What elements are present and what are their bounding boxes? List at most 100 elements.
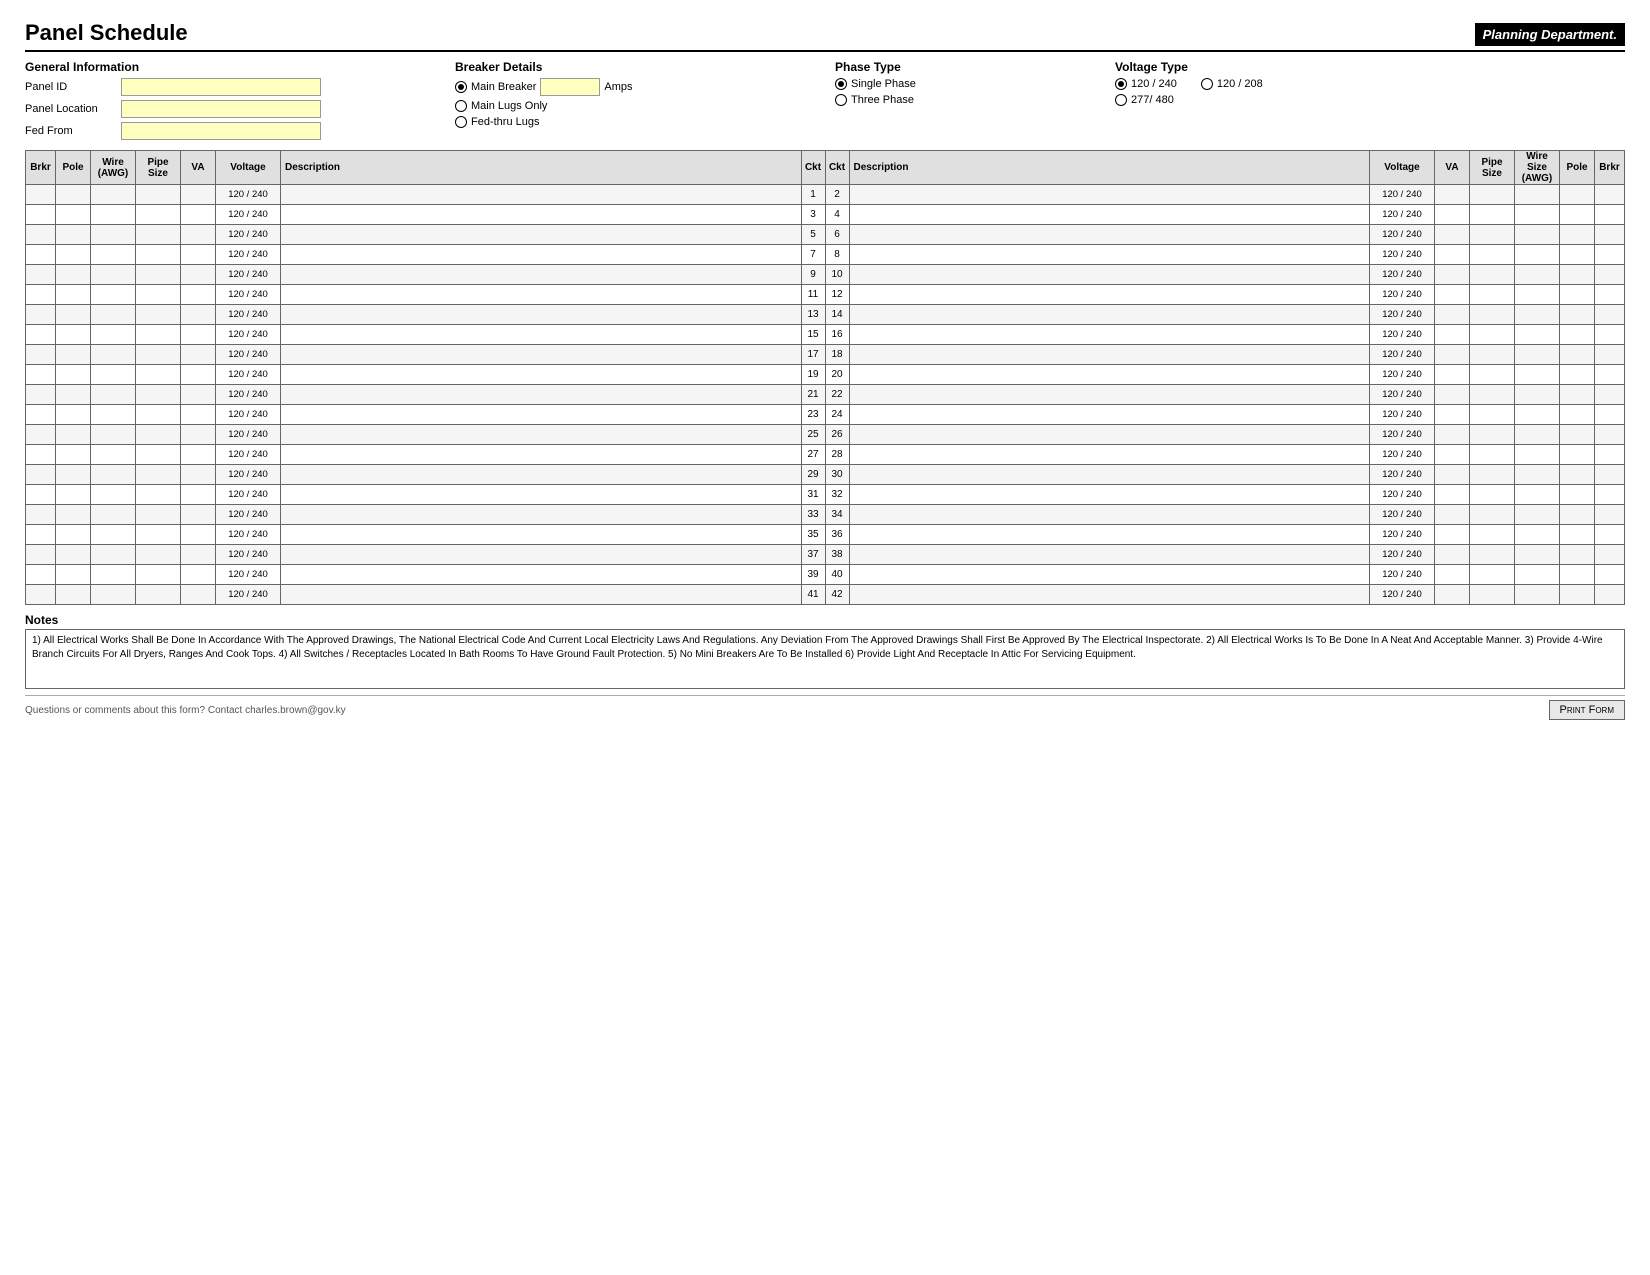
cell-va-left[interactable]	[181, 225, 216, 245]
cell-pipe-left[interactable]	[136, 405, 181, 425]
cell-wire-right[interactable]	[1515, 285, 1560, 305]
single-phase-radio[interactable]	[835, 78, 847, 90]
cell-pipe-right[interactable]	[1470, 305, 1515, 325]
cell-pipe-right[interactable]	[1470, 565, 1515, 585]
cell-pole-left[interactable]	[56, 265, 91, 285]
cell-pole-right[interactable]	[1560, 305, 1595, 325]
cell-wire-left[interactable]	[91, 325, 136, 345]
cell-va-left[interactable]	[181, 245, 216, 265]
cell-pipe-left[interactable]	[136, 285, 181, 305]
cell-pipe-right[interactable]	[1470, 185, 1515, 205]
cell-va-right[interactable]	[1435, 185, 1470, 205]
cell-pole-left[interactable]	[56, 565, 91, 585]
cell-pipe-left[interactable]	[136, 505, 181, 525]
cell-desc-left[interactable]	[281, 225, 802, 245]
cell-wire-right[interactable]	[1515, 305, 1560, 325]
cell-pipe-left[interactable]	[136, 585, 181, 605]
cell-brkr-right[interactable]	[1595, 265, 1625, 285]
main-breaker-radio[interactable]	[455, 81, 467, 93]
cell-brkr-left[interactable]	[26, 565, 56, 585]
cell-desc-right[interactable]	[849, 445, 1370, 465]
cell-wire-right[interactable]	[1515, 545, 1560, 565]
cell-brkr-right[interactable]	[1595, 485, 1625, 505]
cell-va-right[interactable]	[1435, 305, 1470, 325]
cell-desc-left[interactable]	[281, 385, 802, 405]
cell-pipe-left[interactable]	[136, 445, 181, 465]
cell-desc-right[interactable]	[849, 465, 1370, 485]
cell-pipe-left[interactable]	[136, 345, 181, 365]
cell-brkr-left[interactable]	[26, 585, 56, 605]
cell-wire-right[interactable]	[1515, 385, 1560, 405]
cell-va-left[interactable]	[181, 325, 216, 345]
panel-id-input[interactable]	[121, 78, 321, 96]
cell-desc-right[interactable]	[849, 325, 1370, 345]
panel-location-input[interactable]	[121, 100, 321, 118]
amps-input[interactable]	[540, 78, 600, 96]
cell-pipe-left[interactable]	[136, 185, 181, 205]
cell-pipe-right[interactable]	[1470, 345, 1515, 365]
cell-va-right[interactable]	[1435, 325, 1470, 345]
cell-pole-right[interactable]	[1560, 545, 1595, 565]
cell-desc-left[interactable]	[281, 285, 802, 305]
cell-va-right[interactable]	[1435, 225, 1470, 245]
fed-from-input[interactable]	[121, 122, 321, 140]
cell-desc-left[interactable]	[281, 585, 802, 605]
cell-brkr-left[interactable]	[26, 445, 56, 465]
cell-wire-left[interactable]	[91, 385, 136, 405]
cell-brkr-right[interactable]	[1595, 565, 1625, 585]
cell-desc-right[interactable]	[849, 485, 1370, 505]
cell-brkr-left[interactable]	[26, 405, 56, 425]
cell-brkr-right[interactable]	[1595, 465, 1625, 485]
cell-wire-left[interactable]	[91, 265, 136, 285]
cell-wire-left[interactable]	[91, 585, 136, 605]
cell-pipe-right[interactable]	[1470, 405, 1515, 425]
cell-pole-left[interactable]	[56, 385, 91, 405]
cell-pipe-right[interactable]	[1470, 505, 1515, 525]
cell-desc-right[interactable]	[849, 245, 1370, 265]
cell-pipe-left[interactable]	[136, 205, 181, 225]
cell-wire-left[interactable]	[91, 565, 136, 585]
cell-wire-right[interactable]	[1515, 405, 1560, 425]
fed-thru-radio[interactable]	[455, 116, 467, 128]
cell-pole-right[interactable]	[1560, 345, 1595, 365]
cell-va-right[interactable]	[1435, 405, 1470, 425]
cell-pole-right[interactable]	[1560, 185, 1595, 205]
cell-va-left[interactable]	[181, 405, 216, 425]
cell-pole-right[interactable]	[1560, 205, 1595, 225]
cell-pole-right[interactable]	[1560, 385, 1595, 405]
cell-wire-left[interactable]	[91, 445, 136, 465]
cell-pole-left[interactable]	[56, 225, 91, 245]
cell-wire-right[interactable]	[1515, 365, 1560, 385]
cell-brkr-left[interactable]	[26, 365, 56, 385]
cell-desc-left[interactable]	[281, 205, 802, 225]
cell-pole-right[interactable]	[1560, 505, 1595, 525]
cell-va-left[interactable]	[181, 385, 216, 405]
cell-wire-left[interactable]	[91, 245, 136, 265]
cell-brkr-right[interactable]	[1595, 445, 1625, 465]
cell-pipe-left[interactable]	[136, 545, 181, 565]
cell-pole-left[interactable]	[56, 365, 91, 385]
cell-wire-right[interactable]	[1515, 245, 1560, 265]
cell-desc-right[interactable]	[849, 405, 1370, 425]
cell-wire-right[interactable]	[1515, 525, 1560, 545]
cell-wire-right[interactable]	[1515, 265, 1560, 285]
cell-pole-right[interactable]	[1560, 365, 1595, 385]
cell-pipe-right[interactable]	[1470, 585, 1515, 605]
cell-brkr-right[interactable]	[1595, 545, 1625, 565]
cell-pole-left[interactable]	[56, 505, 91, 525]
cell-brkr-left[interactable]	[26, 465, 56, 485]
cell-pipe-left[interactable]	[136, 565, 181, 585]
cell-pole-right[interactable]	[1560, 425, 1595, 445]
cell-pole-right[interactable]	[1560, 585, 1595, 605]
cell-desc-right[interactable]	[849, 345, 1370, 365]
cell-pipe-right[interactable]	[1470, 385, 1515, 405]
cell-pipe-left[interactable]	[136, 425, 181, 445]
cell-desc-left[interactable]	[281, 325, 802, 345]
cell-brkr-left[interactable]	[26, 305, 56, 325]
cell-va-left[interactable]	[181, 565, 216, 585]
cell-wire-right[interactable]	[1515, 565, 1560, 585]
cell-pipe-right[interactable]	[1470, 265, 1515, 285]
cell-brkr-right[interactable]	[1595, 505, 1625, 525]
cell-va-left[interactable]	[181, 345, 216, 365]
cell-wire-left[interactable]	[91, 365, 136, 385]
